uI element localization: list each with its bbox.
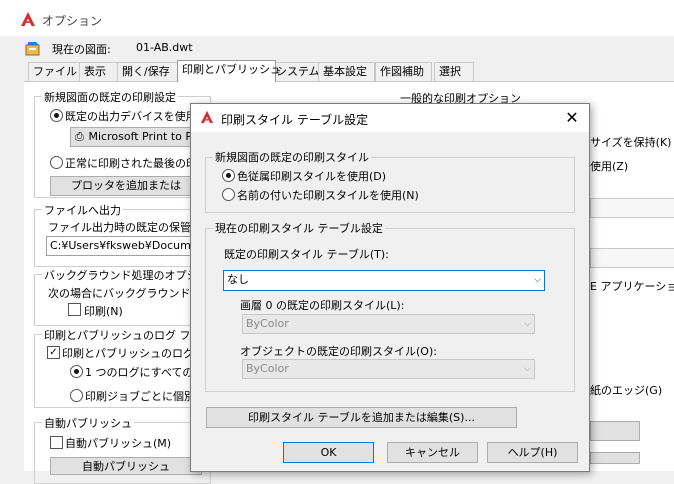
tab-open-save[interactable]: 開く/保存: [117, 62, 185, 81]
paper-edge-label: 紙のエッジ(G): [590, 384, 663, 397]
named-plot-style-radio[interactable]: [222, 188, 235, 201]
object-plot-style-value: ByColor: [246, 362, 289, 375]
plot-log-checkbox[interactable]: ✓: [47, 346, 60, 359]
window-title: オプション: [42, 14, 103, 28]
background-processing-label: 次の場合にバックグラウンド処理: [48, 287, 213, 300]
chevron-down-icon: ⌵: [534, 275, 541, 285]
plot-to-file-location-field[interactable]: C:¥Users¥fksweb¥Documen: [46, 236, 206, 256]
ole-application-label: E アプリケーションを: [590, 280, 674, 293]
group-title-plot-to-file: ファイルへ出力: [42, 202, 123, 218]
layer0-plot-style-value: ByColor: [246, 317, 289, 330]
autocad-logo-icon: [21, 12, 35, 26]
dialog-title: 印刷スタイル テーブル設定: [221, 113, 369, 127]
default-plot-style-table-value: なし: [227, 273, 249, 286]
auto-publish-settings-button[interactable]: 自動パブリッシュ: [50, 457, 202, 475]
background-plot-label: 印刷(N): [84, 305, 123, 318]
right-panel-field-2[interactable]: [590, 248, 674, 268]
title-bar: オプション: [0, 0, 674, 36]
drawing-file-icon: [25, 42, 40, 56]
single-log-label: 1 つのログにすべての印: [85, 366, 205, 379]
chevron-down-icon: ⌵: [524, 364, 531, 374]
ok-button[interactable]: OK: [283, 442, 374, 463]
tab-files[interactable]: ファイル: [28, 62, 80, 81]
group-title-auto-publish: 自動パブリッシュ: [42, 415, 134, 431]
default-plot-style-group: [205, 157, 575, 213]
right-panel-button-1[interactable]: [590, 421, 640, 441]
default-plot-style-table-select[interactable]: なし ⌵: [223, 270, 545, 291]
per-plot-log-label: 印刷ジョブごとに個別の: [85, 390, 206, 403]
use-default-output-device-label: 既定の出力デバイスを使用: [65, 110, 197, 123]
current-drawing-label: 現在の図面:: [52, 43, 111, 56]
plot-log-label: 印刷とパブリッシュのログ フ: [62, 347, 209, 360]
color-dependent-radio[interactable]: [222, 169, 235, 182]
keep-paper-size-label: サイズを保持(K): [590, 136, 672, 149]
layer0-plot-style-select[interactable]: ByColor ⌵: [242, 314, 535, 334]
current-drawing-name: 01-AB.dwt: [136, 41, 193, 54]
autocad-logo-icon: [200, 110, 214, 124]
tab-plot-publish[interactable]: 印刷とパブリッシュ: [177, 60, 281, 82]
right-panel-button-2[interactable]: [590, 452, 640, 464]
dialog-title-bar: 印刷スタイル テーブル設定 ✕: [191, 104, 589, 132]
tab-user-preferences[interactable]: 基本設定: [318, 62, 375, 81]
plot-to-file-location-label: ファイル出力時の既定の保管場: [48, 221, 202, 234]
cancel-button[interactable]: キャンセル: [387, 442, 478, 463]
right-panel-field-1[interactable]: [590, 198, 674, 218]
printer-icon: ⎙: [75, 130, 84, 143]
chevron-down-icon: ⌵: [524, 319, 531, 329]
group-title-default-plot-style: 新規図面の既定の印刷スタイル: [213, 149, 371, 165]
auto-publish-checkbox[interactable]: [50, 436, 63, 449]
use-last-successful-radio[interactable]: [50, 156, 63, 169]
add-edit-plot-style-tables-button[interactable]: 印刷スタイル テーブルを追加または編集(S)...: [206, 407, 517, 428]
object-plot-style-label: オブジェクトの既定の印刷スタイル(O):: [240, 345, 437, 358]
use-option-label: 使用(Z): [590, 160, 629, 173]
single-log-radio[interactable]: [70, 365, 83, 378]
plot-style-table-settings-dialog: 印刷スタイル テーブル設定 ✕ 新規図面の既定の印刷スタイル 色従属印刷スタイル…: [190, 103, 590, 472]
use-last-successful-label: 正常に印刷された最後の印: [65, 157, 197, 170]
default-plot-style-table-label: 既定の印刷スタイル テーブル(T):: [224, 248, 389, 261]
output-device-select[interactable]: ⎙ Microsoft Print to P: [70, 127, 201, 147]
help-button[interactable]: ヘルプ(H): [487, 442, 578, 463]
add-configure-plotters-button[interactable]: プロッタを追加または: [50, 176, 202, 196]
use-default-output-device-radio[interactable]: [50, 109, 63, 122]
current-drawing-row: 現在の図面: 01-AB.dwt: [24, 39, 664, 59]
close-icon[interactable]: ✕: [559, 107, 585, 129]
background-plot-checkbox[interactable]: [68, 303, 81, 316]
named-plot-style-label: 名前の付いた印刷スタイルを使用(N): [237, 189, 419, 202]
tab-selection[interactable]: 選択: [434, 62, 474, 81]
auto-publish-label: 自動パブリッシュ(M): [65, 437, 172, 450]
layer0-plot-style-label: 画層 0 の既定の印刷スタイル(L):: [240, 299, 405, 312]
group-title-default-plot-settings: 新規図面の既定の印刷設定: [42, 89, 178, 105]
tab-drafting[interactable]: 作図補助: [375, 62, 432, 81]
output-device-value: Microsoft Print to P: [88, 130, 193, 143]
per-plot-log-radio[interactable]: [70, 389, 83, 402]
color-dependent-label: 色従属印刷スタイルを使用(D): [237, 170, 387, 183]
object-plot-style-select[interactable]: ByColor ⌵: [242, 359, 535, 379]
group-title-current-plot-style: 現在の印刷スタイル テーブル設定: [213, 220, 385, 236]
